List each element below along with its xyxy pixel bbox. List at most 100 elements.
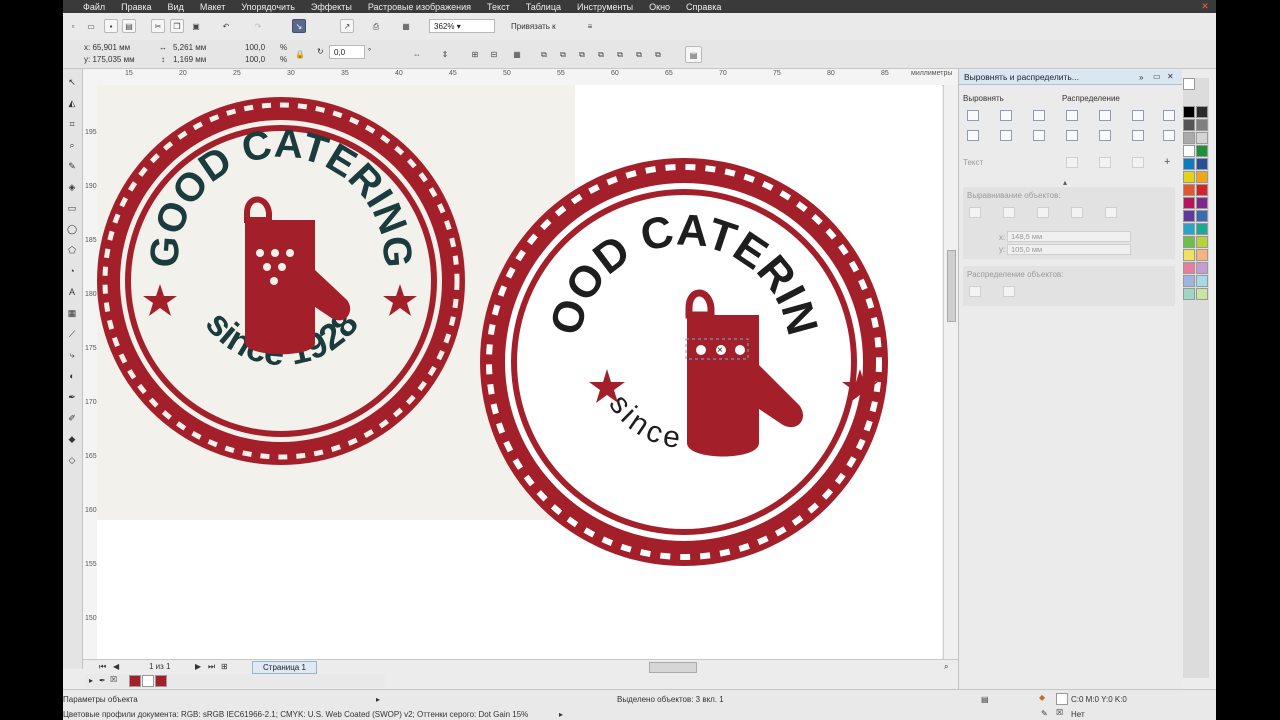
palette-swatch[interactable] <box>1183 171 1195 183</box>
add-icon[interactable]: + <box>1164 156 1170 168</box>
print-icon[interactable]: ▤ <box>122 19 136 33</box>
distribute-to-page-icon[interactable] <box>1003 286 1015 297</box>
text-tool-icon[interactable]: A <box>65 285 79 299</box>
palette-swatch[interactable] <box>1196 158 1208 170</box>
mirror-vertical-icon[interactable]: ⇕ <box>438 47 452 61</box>
lock-ratio-icon[interactable]: 🔒 <box>293 47 307 61</box>
eyedropper-icon[interactable]: ✒ <box>99 676 106 685</box>
palette-swatch[interactable] <box>1196 171 1208 183</box>
smart-fill-icon[interactable]: ◈ <box>65 180 79 194</box>
crop-tool-icon[interactable]: ⌗ <box>65 117 79 131</box>
palette-swatch[interactable] <box>1183 210 1195 222</box>
align-to-active-icon[interactable] <box>969 207 981 218</box>
menu-text[interactable]: Текст <box>479 2 518 12</box>
y-position[interactable]: y: 175,035 мм <box>84 55 135 64</box>
palette-swatch[interactable] <box>1196 236 1208 248</box>
polygon-tool-icon[interactable]: ⬠ <box>65 243 79 257</box>
shape-tool-icon[interactable]: ◭ <box>65 96 79 110</box>
simplify-icon[interactable]: ⧉ <box>594 47 608 61</box>
vertical-scrollbar[interactable] <box>943 85 958 660</box>
palette-swatch[interactable] <box>1196 249 1208 261</box>
dimension-tool-icon[interactable]: ⟋ <box>65 327 79 341</box>
table-tool-icon[interactable]: ▦ <box>65 306 79 320</box>
distribute-bottom-icon[interactable] <box>1132 130 1144 141</box>
align-to-page-center-icon[interactable] <box>1037 207 1049 218</box>
text-last-line-icon[interactable] <box>1099 157 1111 168</box>
add-page-icon[interactable]: ⊞ <box>221 662 228 671</box>
palette-arrow-icon[interactable]: ▸ <box>89 676 93 685</box>
group-icon[interactable]: ⊞ <box>468 47 482 61</box>
undo-icon[interactable]: ↶ <box>219 19 233 33</box>
align-y-field[interactable]: 105,0 мм <box>1007 244 1131 255</box>
scale-x[interactable]: 100,0 <box>245 43 265 52</box>
basic-shapes-icon[interactable]: ◔ <box>65 264 79 278</box>
menu-help[interactable]: Справка <box>678 2 729 12</box>
palette-swatch[interactable] <box>1196 275 1208 287</box>
menu-bitmaps[interactable]: Растровые изображения <box>360 2 479 12</box>
swatch-white[interactable] <box>142 675 154 687</box>
rectangle-tool-icon[interactable]: ▭ <box>65 201 79 215</box>
align-right-icon[interactable] <box>1033 110 1045 121</box>
palette-swatch[interactable] <box>1183 223 1195 235</box>
align-distribute-icon[interactable]: ▤ <box>685 46 702 63</box>
text-first-line-icon[interactable] <box>1066 157 1078 168</box>
import-icon[interactable]: ↘ <box>292 19 306 33</box>
copy-icon[interactable]: ❐ <box>170 19 184 33</box>
menu-window[interactable]: Окно <box>641 2 678 12</box>
interactive-fill-icon[interactable]: ◇ <box>65 453 79 467</box>
text-bbox-icon[interactable] <box>1132 157 1144 168</box>
blend-tool-icon[interactable]: ◐ <box>65 369 79 383</box>
palette-swatch[interactable] <box>1183 197 1195 209</box>
distribute-top-icon[interactable] <box>1066 130 1078 141</box>
distribute-spacing-h-icon[interactable] <box>1163 110 1175 121</box>
scroll-thumb[interactable] <box>947 250 956 322</box>
x-position[interactable]: x: 65,901 мм <box>84 43 130 52</box>
save-icon[interactable]: ▪ <box>104 19 118 33</box>
align-to-grid-icon[interactable] <box>1071 207 1083 218</box>
palette-swatch[interactable] <box>1196 288 1208 300</box>
swatch-red[interactable] <box>129 675 141 687</box>
align-x-field[interactable]: 148,5 мм <box>1007 231 1131 242</box>
no-fill-swatch[interactable]: ☒ <box>110 675 117 684</box>
zoom-fit-icon[interactable]: ⌕ <box>944 662 948 672</box>
align-center-v-icon[interactable] <box>1000 130 1012 141</box>
redo-icon[interactable]: ↷ <box>251 19 265 33</box>
object-width[interactable]: 5,261 мм <box>173 43 206 52</box>
horizontal-ruler[interactable]: 15 20 25 30 35 40 45 50 55 60 65 70 75 8… <box>83 69 958 86</box>
collapse-icon[interactable]: ▴ <box>1063 178 1067 187</box>
palette-swatch[interactable] <box>1196 184 1208 196</box>
menu-layout[interactable]: Макет <box>192 2 233 12</box>
connector-tool-icon[interactable]: ⤷ <box>65 348 79 362</box>
back-minus-front-icon[interactable]: ⧉ <box>632 47 646 61</box>
last-page-icon[interactable]: ⏭ <box>208 662 215 672</box>
options-icon[interactable]: ≡ <box>583 19 597 33</box>
freehand-tool-icon[interactable]: ✎ <box>65 159 79 173</box>
scale-y[interactable]: 100,0 <box>245 55 265 64</box>
ungroup-icon[interactable]: ⊟ <box>487 47 501 61</box>
zoom-tool-icon[interactable]: ⌕ <box>65 138 79 152</box>
status-arrow-icon[interactable]: ▸ <box>376 695 380 704</box>
palette-swatch[interactable] <box>1183 145 1195 157</box>
menu-arrange[interactable]: Упорядочить <box>233 2 303 12</box>
swatch-red[interactable] <box>155 675 167 687</box>
weld-icon[interactable]: ⧉ <box>537 47 551 61</box>
zoom-select[interactable]: 362% ▾ <box>429 19 495 33</box>
palette-swatch[interactable] <box>1196 145 1208 157</box>
export-icon[interactable]: ↗ <box>340 19 354 33</box>
status-arrow-icon[interactable]: ▸ <box>559 710 563 719</box>
align-top-icon[interactable] <box>967 130 979 141</box>
palette-swatch[interactable] <box>1196 132 1208 144</box>
palette-swatch[interactable] <box>1183 288 1195 300</box>
no-color-swatch[interactable] <box>1183 78 1195 90</box>
ellipse-tool-icon[interactable]: ◯ <box>65 222 79 236</box>
fill-tool-icon[interactable]: ◆ <box>65 432 79 446</box>
ungroup-all-icon[interactable]: ▦ <box>510 47 524 61</box>
docker-arrow-icon[interactable]: » <box>1139 73 1143 82</box>
new-icon[interactable]: ▫ <box>66 19 80 33</box>
align-bottom-icon[interactable] <box>1033 130 1045 141</box>
menu-table[interactable]: Таблица <box>518 2 569 12</box>
palette-swatch[interactable] <box>1196 119 1208 131</box>
next-page-icon[interactable]: ▶ <box>195 662 201 671</box>
rotation-angle[interactable]: 0,0 <box>329 45 365 59</box>
cut-icon[interactable]: ✂ <box>151 19 165 33</box>
